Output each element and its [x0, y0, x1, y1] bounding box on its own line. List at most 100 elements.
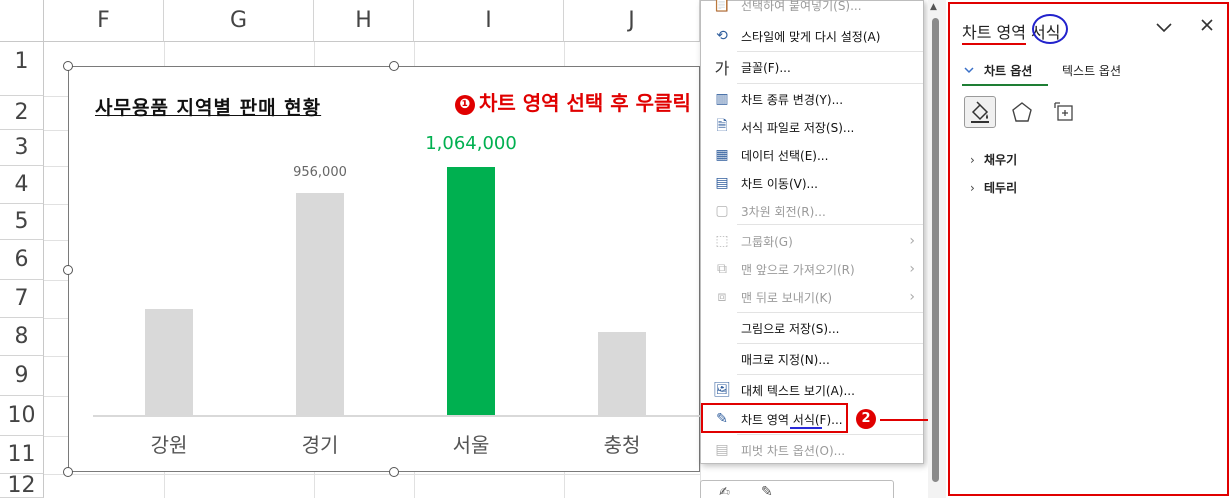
chart-area[interactable]: 사무용품 지역별 판매 현황 ❶ 차트 영역 선택 후 우클릭 956,000 1,… — [68, 66, 701, 472]
step2-marker: 2 — [856, 409, 876, 429]
data-label[interactable]: 956,000 — [240, 165, 400, 180]
column-header[interactable]: J — [564, 0, 700, 42]
menu-item-label: 3차원 회전(R)... — [741, 204, 826, 219]
section-border-label: 테두리 — [984, 181, 1018, 195]
chevron-down-icon[interactable] — [1156, 18, 1172, 37]
column-header[interactable]: G — [164, 0, 314, 42]
format-chart-area-pane[interactable]: 차트 영역 서식 차트 옵션 텍스트 옵션 › 채우기 › 테두리 — [948, 2, 1229, 496]
step1-marker: ❶ — [455, 95, 475, 115]
menu-separator — [737, 51, 923, 52]
menu-item[interactable]: 매크로 지정(N)... — [701, 345, 923, 373]
menu-item[interactable]: ▦ 데이터 선택(E)... — [701, 141, 923, 169]
chart-title[interactable]: 사무용품 지역별 판매 현황 — [95, 93, 321, 120]
menu-item-label: 스타일에 맞게 다시 설정(A) — [741, 29, 881, 44]
menu-item-label: 맨 뒤로 보내기(K) — [741, 290, 833, 305]
format-chart-area-highlight — [701, 403, 848, 433]
resize-handle[interactable] — [63, 265, 73, 275]
chevron-right-icon: › — [909, 261, 915, 277]
menu-separator — [737, 374, 923, 375]
menu-separator — [737, 312, 923, 313]
menu-item: ⧉ 맨 앞으로 가져오기(R) › — [701, 255, 923, 283]
column-header[interactable]: I — [414, 0, 564, 42]
section-fill-label: 채우기 — [984, 153, 1018, 167]
column-header[interactable]: H — [314, 0, 414, 42]
resize-handle[interactable] — [63, 61, 73, 71]
chevron-down-icon[interactable] — [964, 64, 974, 77]
bar-경기[interactable] — [296, 193, 344, 417]
select-data-icon: ▦ — [715, 147, 729, 163]
row-header[interactable]: 7 — [0, 280, 44, 318]
chart-type-icon: ▥ — [715, 91, 729, 107]
context-menu[interactable]: 📋 선택하여 붙여넣기(S)... ⟲ 스타일에 맞게 다시 설정(A) 가 글꼴(F).… — [700, 0, 924, 464]
row-header[interactable]: 2 — [0, 96, 44, 130]
menu-item-label: 데이터 선택(E)... — [741, 148, 829, 163]
menu-item: ▤ 피벗 차트 옵션(O)... — [701, 436, 923, 464]
scrollbar-thumb[interactable] — [932, 18, 939, 482]
category-label[interactable]: 경기 — [260, 429, 380, 458]
bar-충청[interactable] — [598, 332, 646, 417]
section-border[interactable]: › 테두리 — [970, 179, 1017, 196]
menu-item-label: 그림으로 저장(S)... — [741, 321, 840, 336]
section-fill[interactable]: › 채우기 — [970, 151, 1017, 168]
row-header[interactable]: 11 — [0, 436, 44, 474]
menu-item-label: 대체 텍스트 보기(A)... — [741, 383, 855, 398]
row-header[interactable]: 10 — [0, 396, 44, 436]
scroll-up-arrow-icon[interactable]: ▲ — [930, 2, 937, 12]
row-header[interactable]: 1 — [0, 28, 44, 96]
row-header[interactable]: 8 — [0, 318, 44, 356]
category-axis-line — [93, 415, 701, 417]
bar-서울[interactable] — [447, 167, 495, 417]
row-header[interactable]: 6 — [0, 240, 44, 280]
category-label[interactable]: 충청 — [562, 429, 682, 458]
outline-pen-icon[interactable]: ✎ — [761, 484, 773, 498]
pivot-options-icon: ▤ — [715, 442, 729, 458]
resize-handle[interactable] — [63, 467, 73, 477]
menu-separator — [737, 434, 923, 435]
chevron-right-icon: › — [909, 289, 915, 305]
row-header[interactable]: 9 — [0, 356, 44, 396]
title-underline-annotation — [962, 43, 1026, 45]
menu-item[interactable]: 🗎 서식 파일로 저장(S)... — [701, 113, 923, 141]
mini-toolbar[interactable]: ✍ ✎ — [700, 480, 894, 498]
close-icon[interactable] — [1200, 16, 1214, 37]
effects-icon[interactable] — [1006, 96, 1038, 128]
3d-rotation-icon: ▢ — [715, 203, 729, 219]
resize-handle[interactable] — [389, 61, 399, 71]
format-underline-annotation — [790, 427, 822, 429]
column-header[interactable]: F — [44, 0, 164, 42]
tab-text-options[interactable]: 텍스트 옵션 — [1062, 62, 1121, 79]
menu-item: ▢ 3차원 회전(R)... — [701, 197, 923, 225]
menu-item: 📋 선택하여 붙여넣기(S)... — [701, 0, 923, 19]
chevron-right-icon: › — [970, 153, 975, 167]
title-circle-annotation — [1032, 14, 1068, 44]
row-header[interactable]: 3 — [0, 130, 44, 166]
step1-annotation: ❶ 차트 영역 선택 후 우클릭 — [455, 87, 691, 116]
resize-handle[interactable] — [389, 467, 399, 477]
paste-special-icon: 📋 — [713, 0, 731, 13]
menu-item[interactable]: 가 글꼴(F)... — [701, 53, 923, 81]
plot-area[interactable]: 956,000 1,064,000 — [93, 133, 701, 417]
row-header[interactable]: 12 — [0, 473, 44, 498]
menu-item[interactable]: ⟲ 스타일에 맞게 다시 설정(A) — [701, 22, 923, 50]
menu-item-label: 그룹화(G) — [741, 234, 793, 249]
category-label[interactable]: 서울 — [411, 429, 531, 458]
size-properties-icon[interactable] — [1048, 96, 1080, 128]
data-label[interactable]: 1,064,000 — [391, 133, 551, 154]
fill-line-icon[interactable] — [964, 96, 996, 128]
font-icon: 가 — [714, 59, 730, 78]
menu-item[interactable]: 그림으로 저장(S)... — [701, 314, 923, 342]
active-tab-underline — [962, 84, 1048, 86]
style-brush-icon[interactable]: ✍ — [719, 485, 730, 498]
bar-강원[interactable] — [145, 309, 193, 417]
menu-item[interactable]: ▥ 차트 종류 변경(Y)... — [701, 85, 923, 113]
category-label[interactable]: 강원 — [109, 429, 229, 458]
row-header[interactable]: 5 — [0, 204, 44, 240]
menu-item-label: 맨 앞으로 가져오기(R) — [741, 262, 855, 277]
tab-chart-options[interactable]: 차트 옵션 — [984, 62, 1032, 79]
menu-separator — [737, 343, 923, 344]
menu-item-label: 서식 파일로 저장(S)... — [741, 120, 855, 135]
row-header[interactable]: 4 — [0, 166, 44, 204]
menu-item[interactable]: ▤ 차트 이동(V)... — [701, 169, 923, 197]
menu-item[interactable]: 🖼 대체 텍스트 보기(A)... — [701, 376, 923, 404]
chevron-right-icon: › — [970, 181, 975, 195]
